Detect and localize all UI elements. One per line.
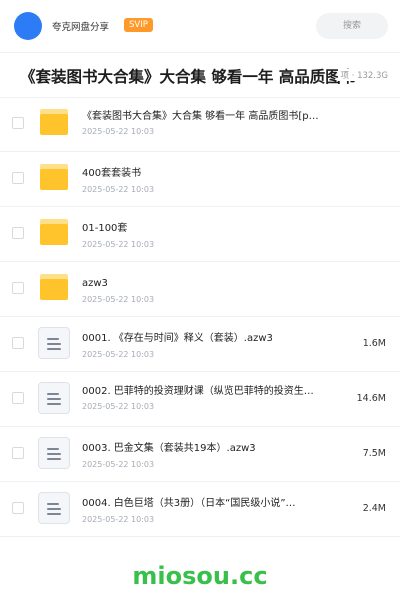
- list-item[interactable]: 0003. 巴金文集（套装共19本）.azw3 2025-05-22 10:03…: [0, 427, 400, 482]
- file-size: 1.6M: [362, 338, 386, 349]
- svip-badge: SVIP: [124, 18, 153, 32]
- list-item[interactable]: azw3 2025-05-22 10:03: [0, 262, 400, 317]
- checkbox[interactable]: [12, 337, 24, 349]
- checkbox[interactable]: [12, 227, 24, 239]
- title-bar: 《套装图书大合集》大合集 够看一年 高品质图书 项 · 132.3G: [0, 53, 400, 98]
- file-size: 2.4M: [362, 503, 386, 514]
- file-name: 0001. 《存在与时间》释义（套装）.azw3: [82, 333, 273, 344]
- folder-icon: [40, 274, 68, 300]
- file-size: 14.6M: [356, 393, 386, 404]
- share-owner-name: 夸克网盘分享: [52, 22, 110, 33]
- checkbox[interactable]: [12, 172, 24, 184]
- checkbox[interactable]: [12, 447, 24, 459]
- folder-icon: [40, 109, 68, 135]
- list-item[interactable]: 《套装图书大合集》大合集 够看一年 高品质图书[p… 2025-05-22 10…: [0, 97, 400, 152]
- list-item[interactable]: 0002. 巴菲特的投资理财课（纵览巴菲特的投资生… 2025-05-22 10…: [0, 372, 400, 427]
- share-meta: 项 · 132.3G: [338, 69, 388, 81]
- avatar[interactable]: [14, 12, 42, 40]
- page-title: 《套装图书大合集》大合集 够看一年 高品质图书: [20, 68, 357, 86]
- document-icon: [38, 492, 70, 524]
- file-date: 2025-05-22 10:03: [82, 185, 155, 194]
- watermark: miosou.cc: [132, 562, 268, 590]
- checkbox[interactable]: [12, 502, 24, 514]
- list-item[interactable]: 0004. 白色巨塔（共3册）（日本“国民级小说”… 2025-05-22 10…: [0, 482, 400, 537]
- file-size: 7.5M: [362, 448, 386, 459]
- file-date: 2025-05-22 10:03: [82, 127, 155, 136]
- file-date: 2025-05-22 10:03: [82, 402, 155, 411]
- file-name: 01-100套: [82, 223, 128, 234]
- document-icon: [38, 437, 70, 469]
- list-item[interactable]: 400套套装书 2025-05-22 10:03: [0, 152, 400, 207]
- folder-icon: [40, 164, 68, 190]
- file-name: 0003. 巴金文集（套装共19本）.azw3: [82, 443, 256, 454]
- file-date: 2025-05-22 10:03: [82, 295, 155, 304]
- document-icon: [38, 327, 70, 359]
- file-list: 《套装图书大合集》大合集 够看一年 高品质图书[p… 2025-05-22 10…: [0, 97, 400, 537]
- file-name: azw3: [82, 278, 108, 289]
- file-date: 2025-05-22 10:03: [82, 515, 155, 524]
- file-name: 0004. 白色巨塔（共3册）（日本“国民级小说”…: [82, 498, 296, 509]
- checkbox[interactable]: [12, 282, 24, 294]
- file-name: 400套套装书: [82, 168, 142, 179]
- document-icon: [38, 382, 70, 414]
- header: 夸克网盘分享 SVIP 搜索: [0, 0, 400, 53]
- list-item[interactable]: 01-100套 2025-05-22 10:03: [0, 207, 400, 262]
- folder-icon: [40, 219, 68, 245]
- list-item[interactable]: 0001. 《存在与时间》释义（套装）.azw3 2025-05-22 10:0…: [0, 317, 400, 372]
- file-date: 2025-05-22 10:03: [82, 460, 155, 469]
- checkbox[interactable]: [12, 117, 24, 129]
- file-date: 2025-05-22 10:03: [82, 350, 155, 359]
- file-date: 2025-05-22 10:03: [82, 240, 155, 249]
- search-input[interactable]: 搜索: [316, 13, 388, 39]
- checkbox[interactable]: [12, 392, 24, 404]
